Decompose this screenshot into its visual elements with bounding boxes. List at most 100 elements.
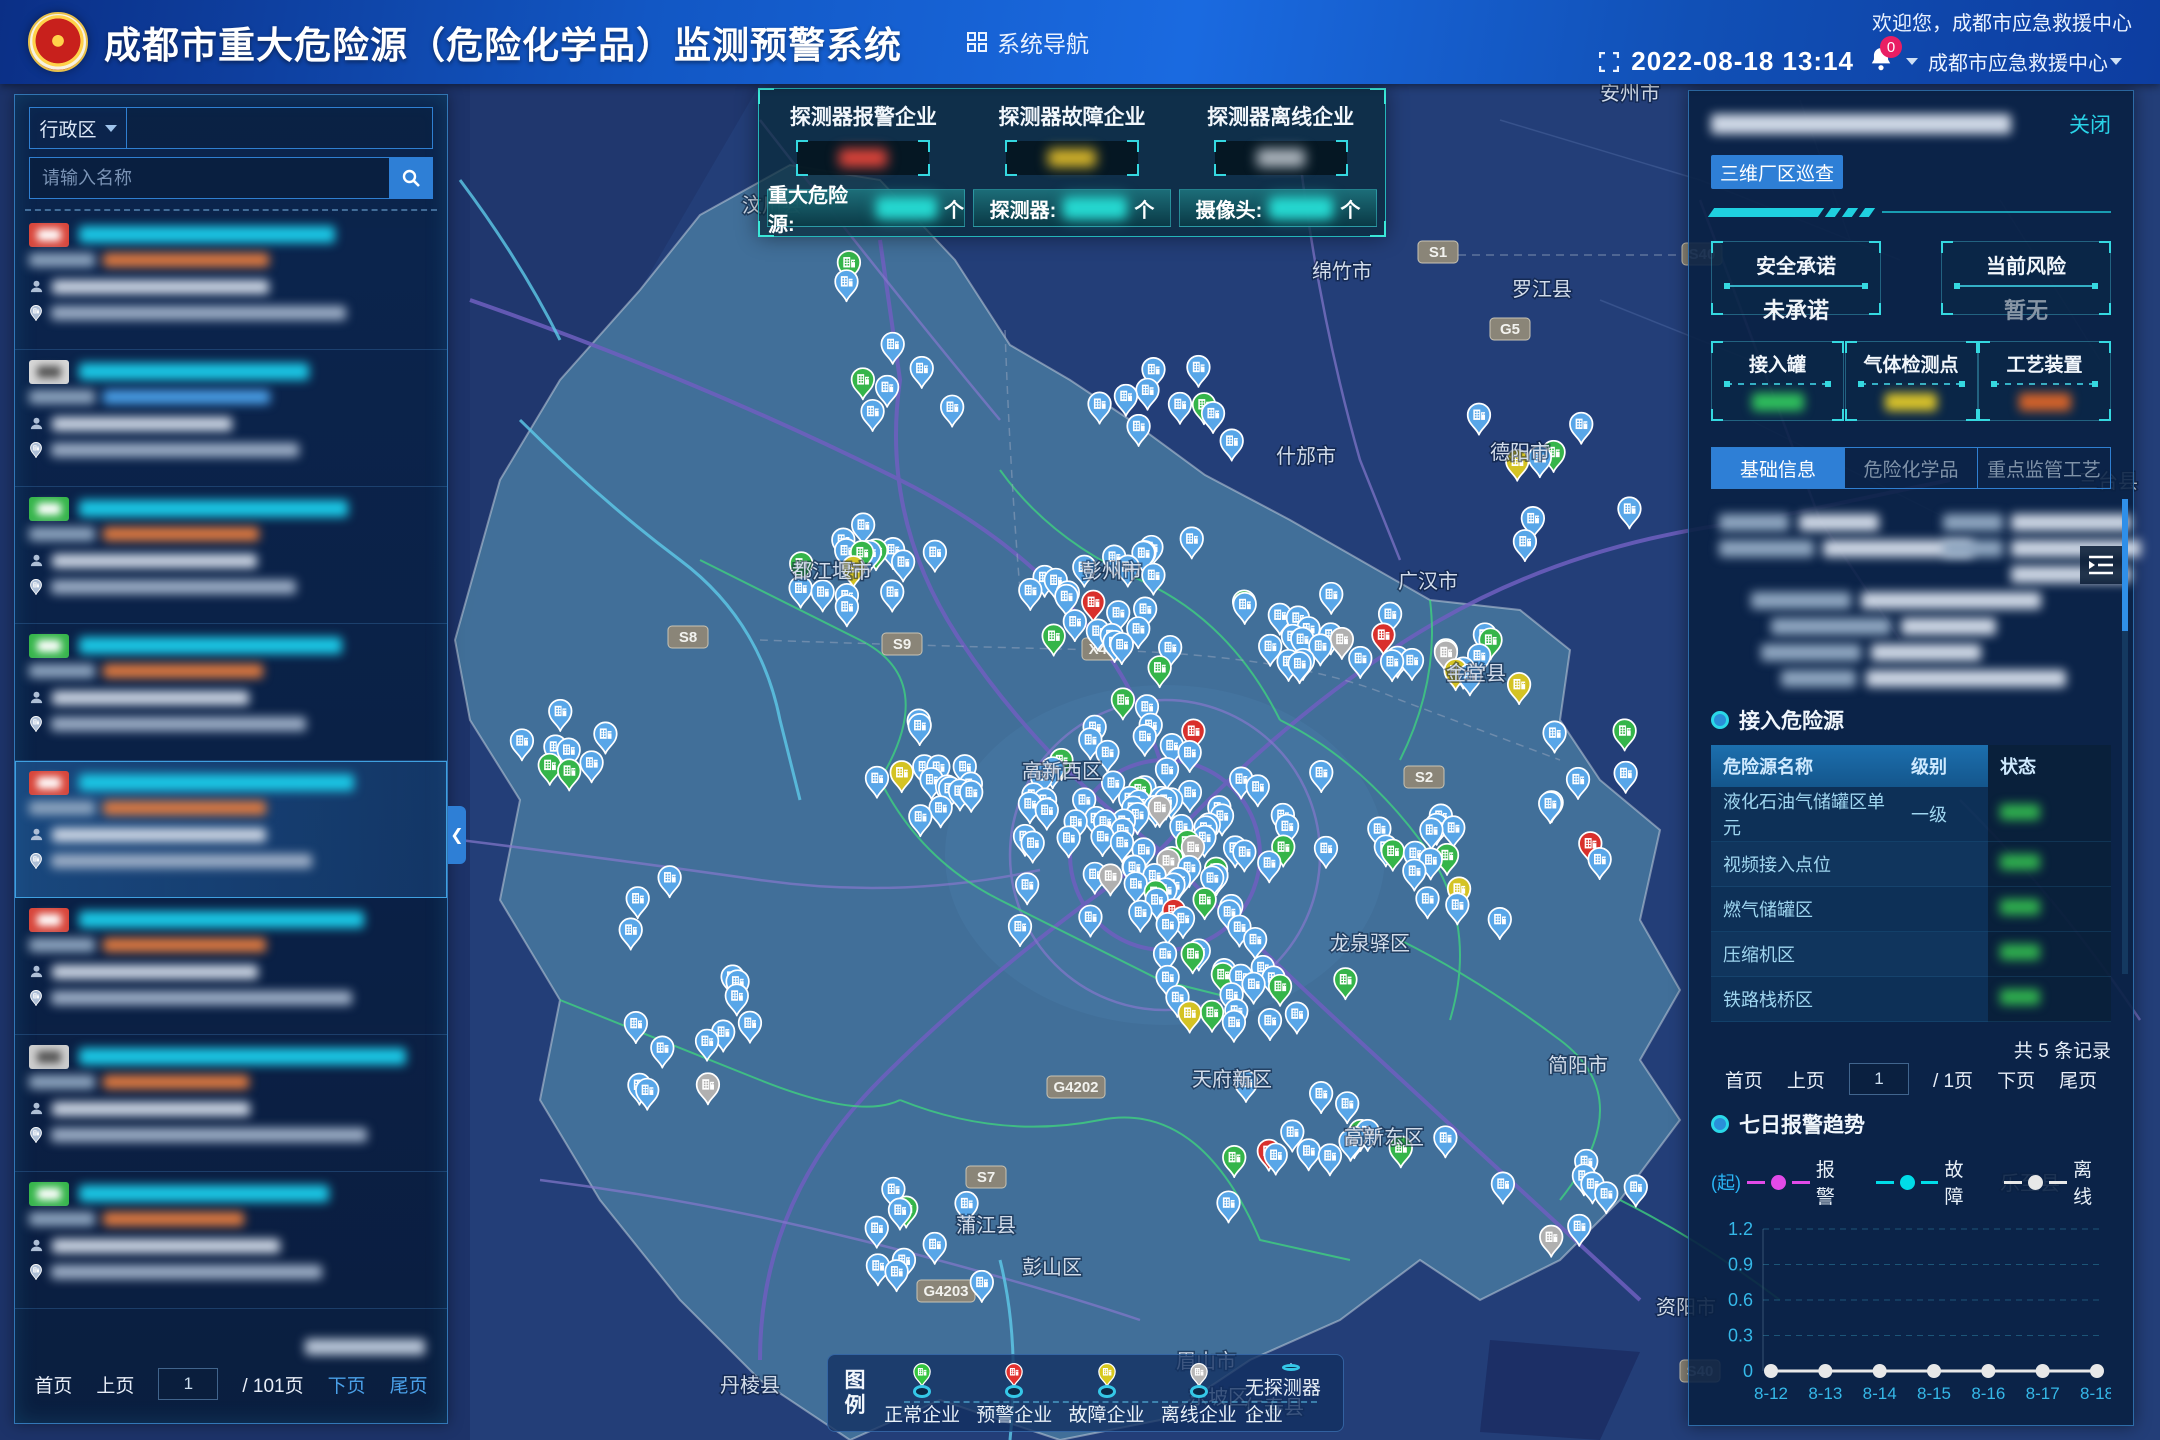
map-label: 都江堰市 xyxy=(792,560,872,583)
table-header: 危险源名称 xyxy=(1711,745,1899,787)
close-button[interactable]: 关闭 xyxy=(2069,109,2111,139)
svg-text:S2: S2 xyxy=(1415,769,1433,786)
tab-危险化学品[interactable]: 危险化学品 xyxy=(1845,448,1978,488)
company-card[interactable] xyxy=(15,761,447,898)
records-count-redacted xyxy=(37,1339,425,1360)
detector-stat: 探测器故障企业 xyxy=(968,101,1177,175)
detail-stat-box: 气体检测点 xyxy=(1845,341,1978,421)
legend-item: 离线企业 xyxy=(1153,1359,1245,1427)
table-row[interactable]: 液化石油气储罐区单元 一级 xyxy=(1711,787,2111,842)
company-title-redacted xyxy=(79,1048,406,1065)
status-badge-redacted xyxy=(29,360,69,384)
trend-legend-item[interactable]: 报警 xyxy=(1747,1155,1854,1209)
sidebar-pagination: 首页 上页 / 101页 下页 尾页 xyxy=(15,1368,447,1400)
detector-stat-label: 探测器报警企业 xyxy=(790,101,937,131)
trend-legend-item[interactable]: 离线 xyxy=(2004,1155,2111,1209)
region-filter-row: 行政区 xyxy=(29,107,433,149)
trend-legend-item[interactable]: 故障 xyxy=(1876,1155,1983,1209)
company-card[interactable] xyxy=(15,624,447,761)
person-icon xyxy=(29,279,44,294)
expand-panel-button[interactable] xyxy=(2080,546,2122,584)
pagination-page-input[interactable] xyxy=(158,1368,218,1400)
pagination-first[interactable]: 首页 xyxy=(1725,1066,1763,1093)
pagination-next[interactable]: 下页 xyxy=(1997,1066,2035,1093)
table-row[interactable]: 燃气储罐区 xyxy=(1711,887,2111,932)
pagination-last[interactable]: 尾页 xyxy=(2059,1066,2097,1093)
info-row-redacted xyxy=(1711,589,2111,615)
pagination-first[interactable]: 首页 xyxy=(34,1371,72,1398)
3d-plant-tour-button[interactable]: 三维厂区巡查 xyxy=(1711,155,1843,189)
legend-pin-icon xyxy=(998,1363,1030,1387)
decorative-divider xyxy=(1711,207,2111,217)
hazard-name: 压缩机区 xyxy=(1711,932,1899,977)
section-bullet-icon xyxy=(1711,711,1729,729)
company-name-redacted xyxy=(1711,114,2011,134)
region-filter-input[interactable] xyxy=(127,108,432,148)
sidebar-collapse-button[interactable]: ❮ xyxy=(448,806,466,864)
system-nav-button[interactable]: 系统导航 xyxy=(966,25,1089,59)
risk-type-row-redacted xyxy=(29,664,263,678)
company-card[interactable] xyxy=(15,350,447,487)
map-label: 龙泉驿区 xyxy=(1330,932,1410,955)
data-point[interactable] xyxy=(2036,1364,2050,1378)
company-title-redacted xyxy=(79,911,364,928)
table-row[interactable]: 压缩机区 xyxy=(1711,932,2111,977)
pagination-next[interactable]: 下页 xyxy=(328,1371,366,1398)
company-card[interactable] xyxy=(15,898,447,1035)
pagination-page-input[interactable] xyxy=(1849,1063,1909,1095)
road-badge: G4202 xyxy=(1047,1076,1105,1098)
svg-text:G4202: G4202 xyxy=(1053,1079,1098,1096)
counter-unit: 个 xyxy=(1340,194,1360,223)
counter-value-redacted xyxy=(877,198,936,218)
table-header: 级别 xyxy=(1899,745,1988,787)
person-icon xyxy=(29,1238,44,1253)
detail-stat-label: 气体检测点 xyxy=(1846,350,1977,377)
pagination-last[interactable]: 尾页 xyxy=(390,1371,428,1398)
search-input[interactable] xyxy=(29,157,389,199)
current-risk-title: 当前风险 xyxy=(1942,250,2110,279)
person-icon xyxy=(29,827,44,842)
data-point[interactable] xyxy=(1764,1364,1778,1378)
tab-基础信息[interactable]: 基础信息 xyxy=(1712,448,1845,488)
detector-stat: 探测器离线企业 xyxy=(1176,101,1385,175)
counter-label: 重大危险源: xyxy=(768,179,869,237)
scrollbar-thumb[interactable] xyxy=(2122,499,2128,631)
notification-bell[interactable]: 0 xyxy=(1868,46,1894,77)
legend-label: 离线企业 xyxy=(1161,1400,1237,1427)
table-row[interactable]: 铁路栈桥区 xyxy=(1711,977,2111,1022)
data-point[interactable] xyxy=(1873,1364,1887,1378)
company-card[interactable] xyxy=(15,1035,447,1172)
fullscreen-icon[interactable] xyxy=(1599,52,1619,72)
org-dropdown[interactable]: 成都市应急救援中心 xyxy=(1928,47,2108,76)
region-filter-dropdown[interactable]: 行政区 xyxy=(30,108,127,148)
legend-item: 正常企业 xyxy=(876,1359,968,1427)
pagination-prev[interactable]: 上页 xyxy=(1787,1066,1825,1093)
data-point[interactable] xyxy=(1927,1364,1941,1378)
pagination-prev[interactable]: 上页 xyxy=(96,1371,134,1398)
company-card[interactable] xyxy=(15,213,447,350)
legend-ring-icon xyxy=(1005,1385,1023,1398)
svg-text:S8: S8 xyxy=(679,629,697,646)
location-icon xyxy=(29,716,43,732)
legend-ring-icon xyxy=(913,1385,931,1398)
data-point[interactable] xyxy=(1981,1364,1995,1378)
search-button[interactable] xyxy=(389,157,433,199)
company-card[interactable] xyxy=(15,1172,447,1309)
table-header: 状态 xyxy=(1988,745,2111,787)
hazard-level xyxy=(1899,932,1988,977)
info-row-redacted xyxy=(1711,563,2111,589)
scrollbar-track[interactable] xyxy=(2122,499,2128,974)
hazard-table: 危险源名称级别状态 液化石油气储罐区单元 一级 视频接入点位 燃气储罐区 压缩机… xyxy=(1711,745,2111,1022)
tab-重点监管工艺[interactable]: 重点监管工艺 xyxy=(1978,448,2110,488)
company-title-redacted xyxy=(79,637,342,654)
company-card[interactable] xyxy=(15,487,447,624)
map-label: 彭山区 xyxy=(1022,1256,1082,1279)
data-point[interactable] xyxy=(2090,1364,2104,1378)
road-badge: S8 xyxy=(668,626,708,648)
person-icon xyxy=(29,553,44,568)
status-badge-redacted xyxy=(29,771,69,795)
table-row[interactable]: 视频接入点位 xyxy=(1711,842,2111,887)
data-point[interactable] xyxy=(1818,1364,1832,1378)
info-row-redacted xyxy=(1711,615,2111,641)
current-risk-box: 当前风险 暂无 xyxy=(1941,241,2111,315)
